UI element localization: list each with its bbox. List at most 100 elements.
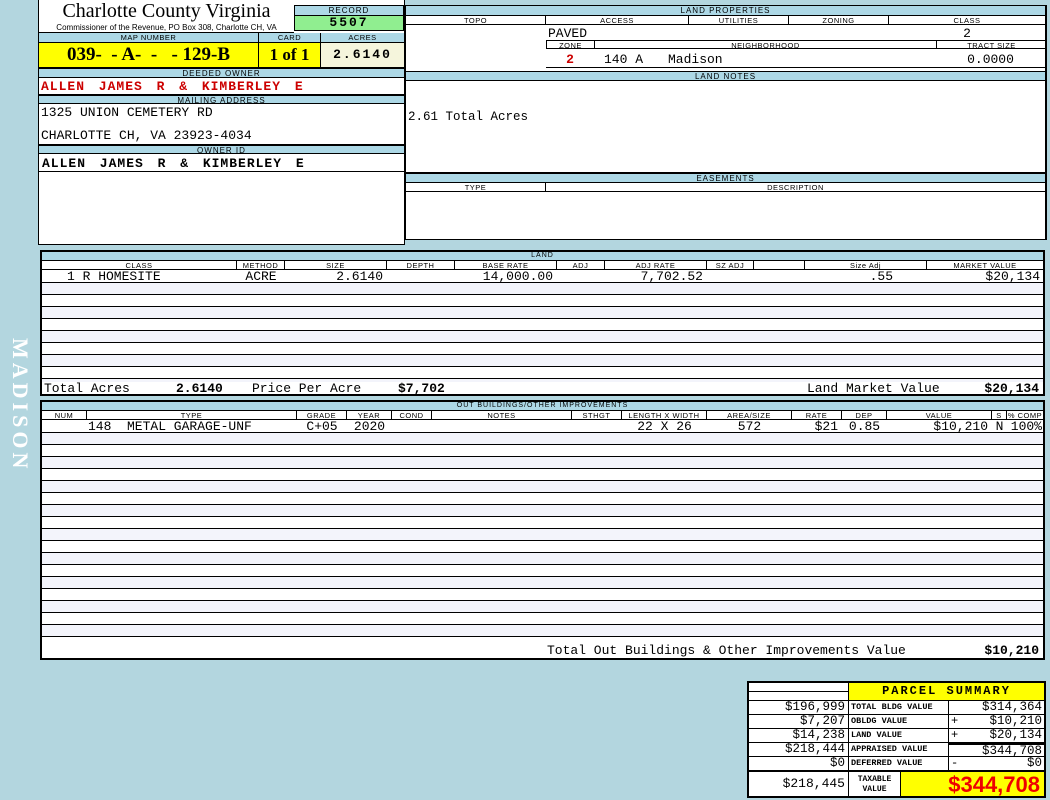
class-label: CLASS bbox=[889, 16, 1045, 24]
parcel-summary: PARCEL SUMMARY $196,999 TOTAL BLDG VALUE… bbox=[747, 681, 1046, 798]
empty-table-row bbox=[42, 319, 1043, 331]
ob-s-value: N bbox=[995, 420, 1004, 433]
parcel-summary-title: PARCEL SUMMARY bbox=[849, 683, 1044, 701]
out-buildings-total-row: Total Out Buildings & Other Improvements… bbox=[42, 642, 1043, 658]
empty-table-row bbox=[42, 433, 1043, 445]
land-note-text: 2.61 Total Acres bbox=[408, 110, 529, 124]
taxable-prior-value: $218,445 bbox=[749, 772, 849, 796]
ob-h-comp: % COMP bbox=[1007, 411, 1043, 420]
title-box: Charlotte County Virginia Commissioner o… bbox=[39, 0, 294, 33]
ob-rate-value: $21 bbox=[814, 420, 838, 433]
land-size-adj-value: .55 bbox=[869, 270, 893, 283]
out-buildings-title: OUT BUILDINGS/OTHER IMPROVEMENTS bbox=[42, 402, 1043, 411]
empty-table-row bbox=[42, 541, 1043, 553]
empty-table-row bbox=[42, 493, 1043, 505]
land-h-base-rate: BASE RATE bbox=[455, 261, 557, 269]
price-per-acre-label: Price Per Acre bbox=[252, 382, 362, 394]
zone-header-row: ZONE NEIGHBORHOOD TRACT SIZE bbox=[546, 40, 1045, 49]
summary-value: $0 bbox=[1026, 757, 1042, 770]
summary-row-obldg: $7,207 OBLDG VALUE + $10,210 bbox=[749, 715, 1044, 729]
ob-length-width-value: 22 X 26 bbox=[637, 420, 692, 433]
land-properties-title: LAND PROPERTIES bbox=[406, 6, 1045, 16]
ob-h-notes: NOTES bbox=[432, 411, 572, 419]
empty-table-row bbox=[42, 331, 1043, 343]
empty-table-row bbox=[42, 307, 1043, 319]
summary-row-land: $14,238 LAND VALUE + $20,134 bbox=[749, 729, 1044, 743]
land-data-row: 1 R HOMESITE ACRE 2.6140 14,000.00 7,702… bbox=[42, 270, 1043, 283]
land-notes-box: 2.61 Total Acres bbox=[406, 81, 1045, 173]
summary-value-cell: + $10,210 bbox=[949, 715, 1044, 729]
easement-type-label: TYPE bbox=[406, 183, 546, 191]
summary-row-total-bldg: $196,999 TOTAL BLDG VALUE $314,364 bbox=[749, 701, 1044, 715]
zoning-label: ZONING bbox=[789, 16, 889, 24]
empty-table-row bbox=[42, 565, 1043, 577]
land-properties-header-row: TOPO ACCESS UTILITIES ZONING CLASS bbox=[406, 16, 1045, 25]
summary-label: APPRAISED VALUE bbox=[849, 743, 949, 757]
out-buildings-section: OUT BUILDINGS/OTHER IMPROVEMENTS NUM TYP… bbox=[40, 400, 1045, 660]
ob-h-rate: RATE bbox=[792, 411, 842, 419]
ob-h-length-width: LENGTH X WIDTH bbox=[622, 411, 707, 419]
land-market-total-value: $20,134 bbox=[984, 382, 1039, 394]
summary-label: OBLDG VALUE bbox=[849, 715, 949, 729]
land-market-total-label: Land Market Value bbox=[807, 382, 940, 394]
zone-value: 2 bbox=[566, 53, 574, 66]
access-label: ACCESS bbox=[546, 16, 689, 24]
summary-value-cell: $344,708 bbox=[949, 743, 1044, 757]
taxable-label: TAXABLE VALUE bbox=[849, 772, 901, 796]
deeded-owner-value: ALLEN JAMES R & KIMBERLEY E bbox=[39, 78, 404, 95]
land-market-value: $20,134 bbox=[985, 270, 1040, 283]
ob-h-sthgt: STHGT bbox=[572, 411, 622, 419]
empty-table-row bbox=[42, 295, 1043, 307]
summary-prior-value: $218,444 bbox=[749, 743, 849, 757]
summary-blank-cell-2 bbox=[749, 692, 849, 701]
neighborhood-code: 140 A bbox=[604, 53, 644, 66]
mailing-address-label: MAILING ADDRESS bbox=[39, 95, 404, 104]
utilities-label: UTILITIES bbox=[689, 16, 789, 24]
summary-op: + bbox=[951, 729, 959, 742]
ob-year-value: 2020 bbox=[353, 420, 386, 433]
card-value: 1 of 1 bbox=[259, 43, 321, 67]
land-h-size-adj: Size Adj bbox=[805, 261, 927, 269]
empty-table-row bbox=[42, 367, 1043, 379]
county-subtitle: Commissioner of the Revenue, PO Box 308,… bbox=[56, 23, 277, 32]
ob-total-value: $10,210 bbox=[984, 644, 1039, 657]
land-size-value: 2.6140 bbox=[336, 270, 383, 283]
out-buildings-empty-rows bbox=[42, 433, 1043, 642]
empty-table-row bbox=[42, 481, 1043, 493]
total-acres-label: Total Acres bbox=[44, 382, 130, 394]
ob-h-type: TYPE bbox=[87, 411, 297, 419]
empty-table-row bbox=[42, 283, 1043, 295]
land-totals-row: Total Acres 2.6140 Price Per Acre $7,702… bbox=[42, 382, 1043, 394]
acres-value: 2.6140 bbox=[321, 43, 404, 67]
land-header-row: CLASS METHOD SIZE DEPTH BASE RATE ADJ AD… bbox=[42, 261, 1043, 270]
land-base-rate-value: 14,000.00 bbox=[482, 270, 553, 283]
summary-value-cell: - $0 bbox=[949, 757, 1044, 771]
summary-label: DEFERRED VALUE bbox=[849, 757, 949, 771]
empty-table-row bbox=[42, 601, 1043, 613]
easements-header-row: TYPE DESCRIPTION bbox=[406, 183, 1045, 192]
empty-table-row bbox=[42, 505, 1043, 517]
summary-op: + bbox=[951, 715, 959, 728]
owner-id-label: OWNER ID bbox=[39, 145, 404, 154]
zone-subtable: ZONE NEIGHBORHOOD TRACT SIZE 2 140 A Mad… bbox=[546, 40, 1045, 68]
deeded-owner-label: DEEDED OWNER bbox=[39, 68, 404, 78]
ob-h-area-size: AREA/SIZE bbox=[707, 411, 792, 419]
ob-h-s: S bbox=[992, 411, 1007, 419]
empty-table-row bbox=[42, 553, 1043, 565]
map-number-label: MAP NUMBER bbox=[39, 33, 259, 42]
record-value: 5507 bbox=[294, 16, 404, 31]
land-h-size: SIZE bbox=[285, 261, 387, 269]
land-h-adj-rate: ADJ RATE bbox=[605, 261, 707, 269]
land-notes-title: LAND NOTES bbox=[406, 71, 1045, 81]
ob-num-value: 148 bbox=[88, 420, 112, 433]
land-empty-rows bbox=[42, 283, 1043, 382]
empty-table-row bbox=[42, 445, 1043, 457]
ob-h-cond: COND bbox=[392, 411, 432, 419]
summary-prior-value: $0 bbox=[749, 757, 849, 771]
land-h-blank bbox=[754, 261, 805, 269]
summary-blank-cell-1 bbox=[749, 683, 849, 692]
access-value: PAVED bbox=[548, 27, 588, 40]
empty-table-row bbox=[42, 469, 1043, 481]
map-value-row: 039- - A- - - 129-B 1 of 1 2.6140 bbox=[39, 43, 404, 68]
summary-value: $20,134 bbox=[989, 729, 1042, 742]
